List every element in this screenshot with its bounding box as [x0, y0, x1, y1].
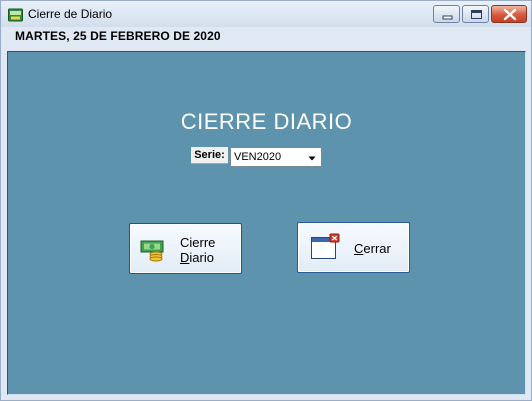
serie-select[interactable]: VEN2020	[230, 147, 322, 167]
app-window: Cierre de Diario MARTES, 25 DE FEBRERO D…	[0, 0, 532, 401]
main-panel	[7, 51, 526, 395]
cerrar-button[interactable]: Cerrar	[297, 222, 410, 273]
minimize-button[interactable]	[433, 5, 460, 23]
maximize-icon	[471, 10, 482, 19]
cierre-button-line2-rest: iario	[189, 250, 214, 265]
serie-label: Serie:	[191, 147, 228, 164]
cerrar-button-label-rest: errar	[363, 241, 391, 256]
title-bar[interactable]: Cierre de Diario	[1, 1, 531, 27]
cash-register-icon[interactable]	[8, 7, 23, 22]
page-title: CIERRE DIARIO	[180, 109, 353, 134]
window-title: Cierre de Diario	[28, 7, 113, 21]
cierre-button-line2: Diario	[180, 250, 214, 265]
close-button[interactable]	[491, 5, 527, 23]
serie-selected-value: VEN2020	[234, 151, 282, 163]
close-window-icon	[310, 233, 340, 265]
cerrar-button-label: Cerrar	[354, 241, 391, 256]
current-date: MARTES, 25 DE FEBRERO DE 2020	[15, 29, 221, 43]
minimize-icon	[442, 15, 453, 20]
cierre-button-line1: Cierre	[180, 235, 216, 250]
maximize-button[interactable]	[462, 5, 489, 23]
close-icon	[503, 8, 517, 21]
cierre-button-mnemonic: D	[180, 250, 190, 265]
money-cash-icon	[140, 238, 168, 266]
cerrar-button-mnemonic: C	[354, 241, 364, 256]
chevron-down-icon[interactable]	[305, 150, 319, 164]
cierre-diario-button[interactable]: Cierre Diario	[129, 223, 242, 274]
